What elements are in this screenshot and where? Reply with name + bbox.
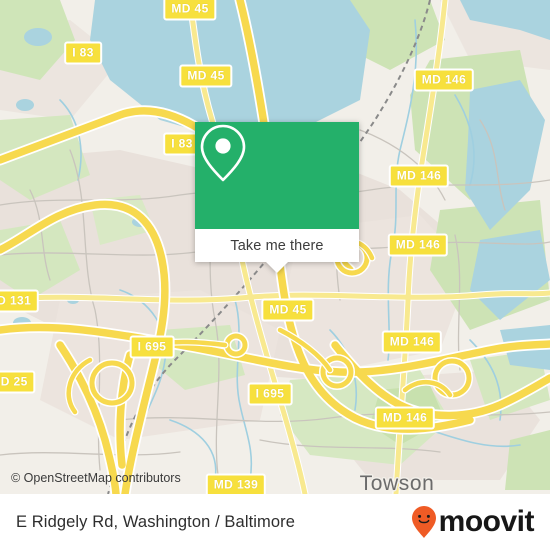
place-popup-card[interactable]: Take me there: [195, 122, 359, 273]
road-shield-md-45: MD 45: [163, 0, 217, 21]
map-canvas[interactable]: Towson MD 45 MD 45 I 83 I 83 MD 146 MD 1…: [0, 0, 550, 494]
road-shield-md-45: MD 45: [179, 64, 233, 88]
moovit-smiley-pin-icon: [411, 506, 436, 538]
location-title: E Ridgely Rd, Washington / Baltimore: [16, 512, 296, 531]
take-me-there-label: Take me there: [230, 237, 324, 254]
road-shield-md-139: MD 139: [205, 473, 267, 494]
road-shield-md-146: MD 146: [387, 233, 449, 257]
popup-image-area: [195, 122, 359, 229]
road-shield-md-25: MD 25: [0, 370, 36, 394]
road-shield-md-146: MD 146: [374, 406, 436, 430]
popup-action-bar[interactable]: Take me there: [195, 229, 359, 273]
road-shield-md-131: MD 131: [0, 289, 40, 313]
moovit-map-screen: Towson MD 45 MD 45 I 83 I 83 MD 146 MD 1…: [0, 0, 550, 550]
road-shield-md-146: MD 146: [413, 68, 475, 92]
osm-attribution[interactable]: © OpenStreetMap contributors: [11, 471, 181, 485]
moovit-wordmark: moovit: [438, 505, 535, 538]
road-shield-i-83: I 83: [64, 41, 102, 65]
road-shield-md-45: MD 45: [261, 298, 315, 322]
city-label-towson: Towson: [359, 472, 435, 494]
map-pin-icon: [200, 124, 246, 182]
road-shield-md-146: MD 146: [381, 330, 443, 354]
road-shield-i-695: I 695: [129, 335, 175, 359]
moovit-logo[interactable]: moovit: [411, 505, 535, 539]
road-shield-i-695: I 695: [247, 382, 293, 406]
road-shield-md-146: MD 146: [388, 164, 450, 188]
footer-bar: E Ridgely Rd, Washington / Baltimore moo…: [0, 494, 550, 550]
popup-pointer-tail: [266, 262, 288, 273]
